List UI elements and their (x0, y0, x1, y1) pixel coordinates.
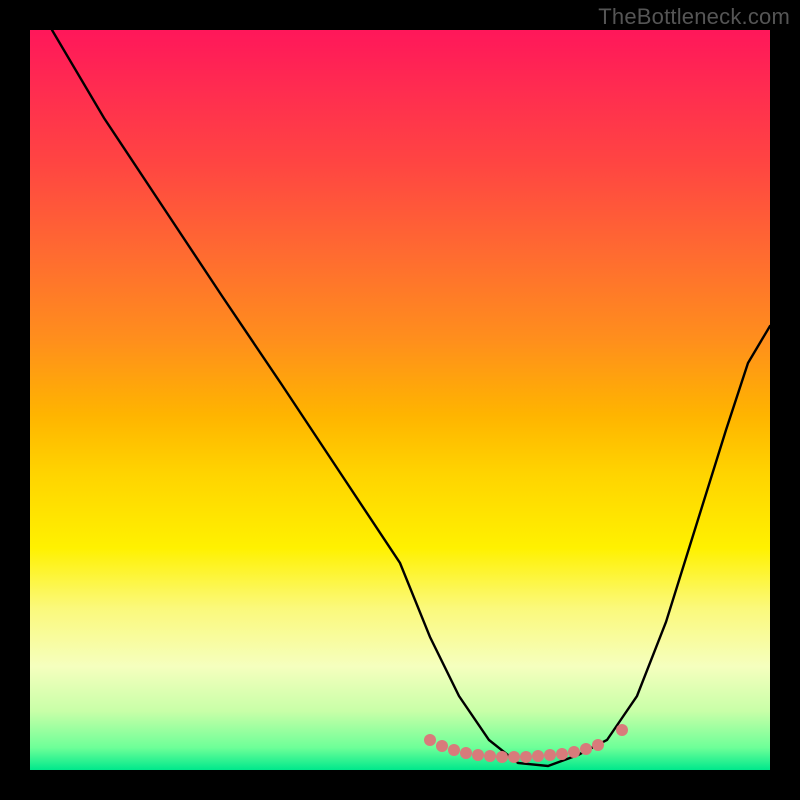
curve-layer (30, 30, 770, 770)
chart-frame: TheBottleneck.com (0, 0, 800, 800)
watermark-text: TheBottleneck.com (598, 4, 790, 30)
plot-area (30, 30, 770, 770)
min-band-end-dot (616, 724, 628, 736)
min-band-dots (424, 724, 628, 763)
mismatch-curve (52, 30, 770, 766)
